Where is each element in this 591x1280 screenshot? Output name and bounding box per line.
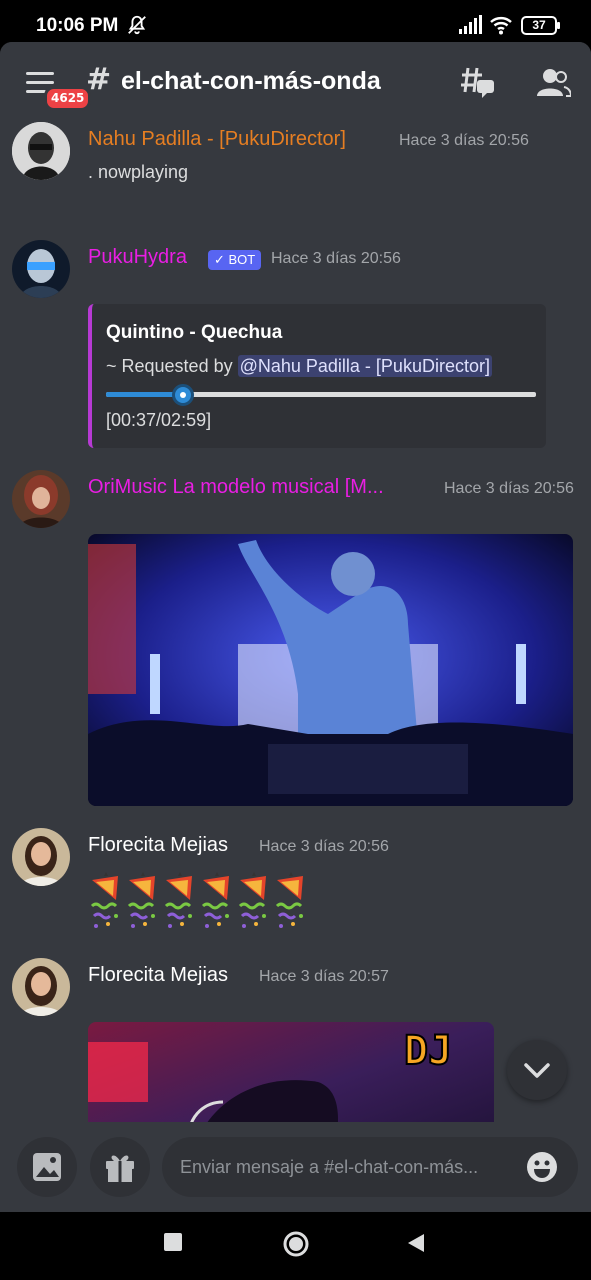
channel-header: 4625 # el-chat-con-más-onda [0, 42, 591, 122]
avatar[interactable] [12, 122, 70, 180]
message-text: . nowplaying [88, 162, 189, 182]
message-composer [0, 1122, 591, 1212]
embed-time: [00:37/02:59] [106, 410, 212, 430]
bot-avatar-image [12, 240, 70, 298]
user-avatar-image [12, 122, 70, 180]
attach-image-button[interactable] [17, 1137, 77, 1197]
image-icon [33, 1153, 61, 1181]
battery-indicator: 37 [521, 16, 560, 35]
signal-icon [459, 15, 482, 34]
party-popper-icon [160, 872, 197, 932]
embed-requested-by: ~ Requested by @Nahu Padilla - [PukuDire… [106, 355, 492, 377]
threads-icon[interactable] [460, 64, 496, 100]
embed-title: Quintino - Quechua [106, 322, 283, 343]
clock: 10:06 PM [36, 15, 119, 36]
system-nav-bar [0, 1212, 591, 1280]
message-author[interactable]: Nahu Padilla - [PukuDirector] [88, 128, 346, 151]
avatar[interactable] [12, 240, 70, 298]
message-timestamp: Hace 3 días 20:56 [399, 132, 529, 149]
avatar[interactable] [12, 958, 70, 1016]
bell-off-icon [128, 15, 146, 35]
message-author[interactable]: Florecita Mejias [88, 834, 228, 857]
home-icon[interactable] [282, 1230, 310, 1258]
chevron-down-icon [524, 1063, 550, 1078]
message-timestamp: Hace 3 días 20:56 [271, 250, 401, 267]
message-list[interactable]: Nahu Padilla - [PukuDirector] Hace 3 día… [0, 122, 591, 1172]
message-input-container [162, 1137, 578, 1197]
avatar[interactable] [12, 828, 70, 886]
wifi-icon [490, 17, 512, 35]
jump-to-bottom-button[interactable] [507, 1040, 567, 1100]
user-avatar-image [12, 958, 70, 1016]
hash-icon: # [86, 62, 112, 97]
recents-icon[interactable] [163, 1232, 183, 1252]
gift-button[interactable] [90, 1137, 150, 1197]
gift-icon [106, 1155, 134, 1182]
user-avatar-image [12, 828, 70, 886]
unread-badge: 4625 [44, 86, 92, 111]
message-input[interactable] [180, 1137, 510, 1197]
music-embed: Quintino - Quechua ~ Requested by @Nahu … [88, 304, 546, 448]
party-popper-icon [123, 872, 160, 932]
message-timestamp: Hace 3 días 20:56 [444, 480, 574, 497]
message-author[interactable]: PukuHydra [88, 246, 187, 269]
back-icon[interactable] [405, 1232, 427, 1254]
message-timestamp: Hace 3 días 20:56 [259, 838, 389, 855]
bot-badge: ✓ BOT [208, 250, 262, 270]
dj-overlay-text: DJ [403, 1027, 453, 1075]
emoji-reaction-row [86, 872, 308, 932]
party-popper-icon [86, 872, 123, 932]
message-timestamp: Hace 3 días 20:57 [259, 968, 389, 985]
channel-title[interactable]: el-chat-con-más-onda [121, 67, 381, 96]
progress-track[interactable] [106, 384, 536, 406]
gif-attachment[interactable] [88, 534, 573, 806]
message-author[interactable]: OriMusic La modelo musical [M... [88, 476, 384, 499]
party-popper-icon [234, 872, 271, 932]
user-mention[interactable]: @Nahu Padilla - [PukuDirector] [237, 355, 492, 377]
requested-prefix: ~ Requested by [106, 356, 238, 376]
party-popper-icon [271, 872, 308, 932]
progress-knob[interactable] [172, 384, 195, 406]
emoji-icon[interactable] [526, 1151, 558, 1183]
discord-app: 4625 # el-chat-con-más-onda Nahu Padilla… [0, 42, 591, 1212]
message-author[interactable]: Florecita Mejias [88, 964, 228, 987]
hamburger-icon [26, 72, 54, 75]
dj-gif-image [88, 534, 573, 806]
party-popper-icon [197, 872, 234, 932]
avatar[interactable] [12, 470, 70, 528]
members-icon[interactable] [537, 68, 571, 98]
user-avatar-image [12, 470, 70, 528]
